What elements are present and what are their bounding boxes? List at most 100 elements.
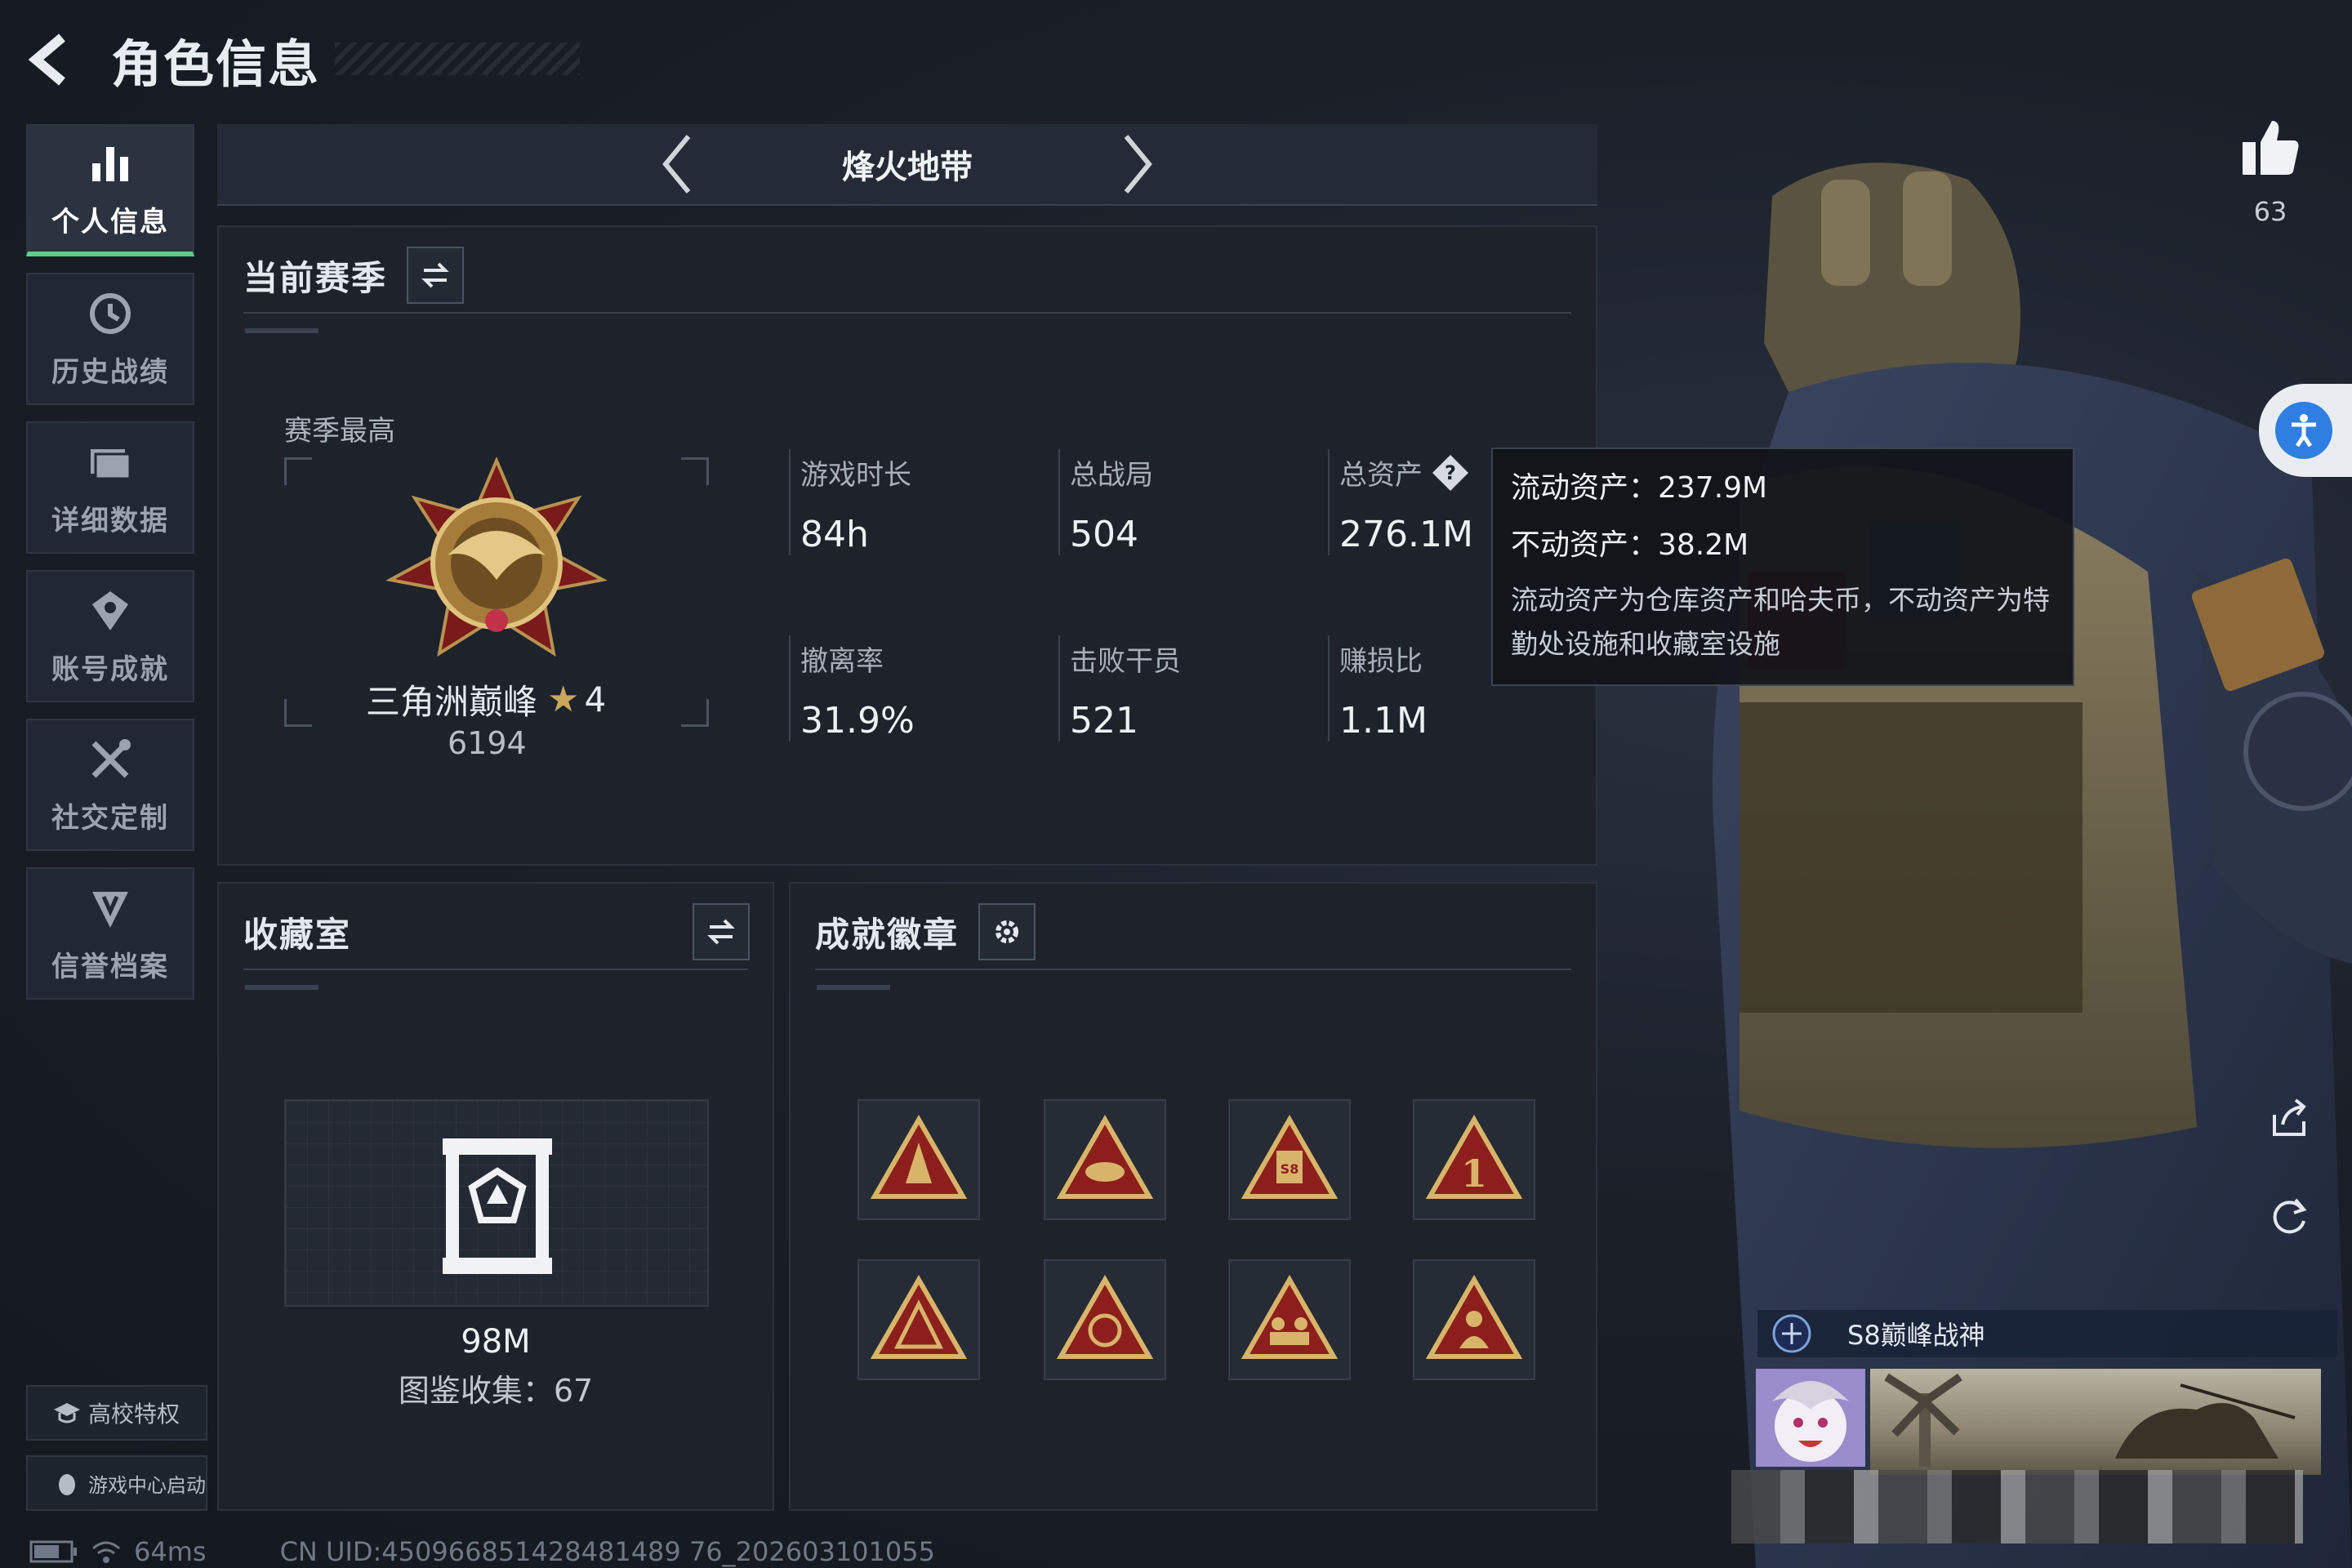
graduation-cap-icon bbox=[54, 1403, 80, 1423]
sidebar-item-profile[interactable]: 个人信息 bbox=[26, 124, 194, 256]
collection-count: 图鉴收集：67 bbox=[398, 1373, 594, 1409]
badge-pyramid-icon bbox=[870, 1275, 968, 1359]
accessibility-icon bbox=[2292, 414, 2316, 448]
title-emblem-icon bbox=[1772, 1314, 1811, 1353]
badge-triangle-icon bbox=[1056, 1115, 1154, 1199]
svg-text:?: ? bbox=[1445, 461, 1456, 484]
shield-icon bbox=[92, 891, 128, 928]
badges-header: 成就徽章 bbox=[815, 903, 1036, 960]
season-best-label: 赛季最高 bbox=[284, 415, 395, 448]
sidebar-item-label: 历史战绩 bbox=[51, 355, 169, 389]
share-button[interactable] bbox=[2259, 1089, 2319, 1150]
sidebar-item-social[interactable]: 社交定制 bbox=[26, 719, 194, 851]
collection-header: 收藏室 bbox=[243, 903, 750, 960]
rank-title: 三角洲巅峰 bbox=[366, 682, 538, 722]
season-title: 当前赛季 bbox=[243, 257, 388, 298]
badge-8[interactable] bbox=[1413, 1259, 1535, 1380]
player-title-card[interactable]: S8巅峰战神 bbox=[1757, 1310, 2337, 1357]
tools-icon bbox=[91, 738, 131, 777]
badge-3[interactable]: S8 bbox=[1228, 1099, 1351, 1220]
collection-title: 收藏室 bbox=[243, 914, 352, 955]
rotate-button[interactable] bbox=[2259, 1186, 2319, 1246]
sidebar-item-credit[interactable]: 信誉档案 bbox=[26, 867, 194, 1000]
prev-mode-arrow-icon[interactable] bbox=[654, 131, 703, 197]
title-decoration bbox=[335, 42, 580, 75]
profile-banner bbox=[1870, 1369, 2321, 1475]
penguin-icon bbox=[59, 1474, 75, 1495]
badge-triangle-icon bbox=[870, 1115, 968, 1199]
badge-2[interactable] bbox=[1044, 1099, 1166, 1220]
badges-settings-button[interactable] bbox=[978, 903, 1036, 960]
divider-tick bbox=[245, 328, 318, 333]
battery-icon bbox=[29, 1540, 77, 1563]
sidebar-item-achievements[interactable]: 账号成就 bbox=[26, 570, 194, 702]
tooltip-note: 流动资产为仓库资产和哈夫币，不动资产为特勤处设施和收藏室设施 bbox=[1511, 584, 2050, 660]
wifi-icon bbox=[92, 1541, 120, 1563]
player-title: S8巅峰战神 bbox=[1847, 1320, 1985, 1351]
tooltip-liquid-assets: 流动资产：237.9M bbox=[1511, 471, 1768, 505]
thumbs-up-icon bbox=[2243, 121, 2299, 175]
game-center-label: 游戏中心启动 bbox=[88, 1473, 206, 1497]
badges-panel: 成就徽章 S8 1 bbox=[789, 882, 1597, 1511]
collection-display[interactable] bbox=[284, 1099, 709, 1307]
badge-7[interactable] bbox=[1228, 1259, 1351, 1380]
badge-5[interactable] bbox=[858, 1259, 980, 1380]
next-mode-arrow-icon[interactable] bbox=[1111, 131, 1160, 197]
rank-stars: 4 bbox=[584, 679, 607, 719]
badge-6[interactable] bbox=[1044, 1259, 1166, 1380]
campus-privilege-button[interactable]: 高校特权 bbox=[26, 1385, 207, 1441]
uid-text: CN UID:450966851428481489 76_20260310105… bbox=[279, 1536, 935, 1567]
rank-medal-icon bbox=[385, 457, 608, 657]
collection-value: 98M bbox=[461, 1323, 531, 1361]
sidebar: 个人信息 历史战绩 详细数据 账号成就 社交定制 信誉档案 bbox=[26, 124, 196, 1016]
share-icon bbox=[2273, 1098, 2306, 1136]
stat-total-assets: 总资产 ? 276.1M bbox=[1339, 452, 1473, 555]
bar-chart-icon bbox=[92, 146, 128, 181]
season-header: 当前赛季 bbox=[243, 247, 465, 304]
sidebar-item-label: 账号成就 bbox=[51, 653, 169, 686]
tooltip-fixed-assets: 不动资产：38.2M bbox=[1511, 528, 1749, 562]
question-icon[interactable]: ? bbox=[1431, 453, 1470, 492]
stat-play-time: 游戏时长 84h bbox=[800, 459, 911, 555]
page-title: 角色信息 bbox=[111, 34, 321, 94]
badge-1[interactable] bbox=[858, 1099, 980, 1220]
stat-operators-defeated: 击败干员 521 bbox=[1070, 645, 1181, 742]
accessibility-button[interactable] bbox=[2259, 384, 2352, 477]
gear-icon bbox=[996, 920, 1019, 943]
blurred-region bbox=[1731, 1470, 2303, 1544]
stat-extraction-rate: 撤离率 31.9% bbox=[800, 645, 915, 742]
sidebar-item-label: 社交定制 bbox=[51, 801, 169, 835]
svg-text:S8: S8 bbox=[1281, 1161, 1299, 1177]
sidebar-item-label: 信誉档案 bbox=[51, 950, 169, 983]
rank-score: 6194 bbox=[448, 725, 527, 761]
collection-switch-button[interactable] bbox=[693, 903, 750, 960]
sidebar-item-label: 详细数据 bbox=[51, 504, 169, 537]
season-panel: 当前赛季 赛季最高 三角洲巅峰 ★ 4 6194 游戏时长 84h 总战局 50… bbox=[217, 225, 1597, 866]
folder-icon bbox=[91, 448, 131, 479]
history-icon bbox=[90, 292, 131, 334]
rotate-icon bbox=[2273, 1198, 2307, 1234]
sidebar-item-history[interactable]: 历史战绩 bbox=[26, 273, 194, 405]
like-count: 63 bbox=[2253, 196, 2287, 227]
badges-title: 成就徽章 bbox=[815, 914, 960, 955]
achievement-icon bbox=[92, 590, 128, 630]
status-bar: 64ms CN UID:450966851428481489 76_202603… bbox=[29, 1535, 935, 1568]
stat-profit-ratio: 赚损比 1.1M bbox=[1339, 645, 1428, 742]
sidebar-item-label: 个人信息 bbox=[51, 205, 169, 238]
like-button[interactable]: 63 bbox=[2238, 114, 2303, 227]
swap-icon bbox=[421, 262, 449, 288]
rank-name: 三角洲巅峰 ★ 4 bbox=[366, 675, 606, 724]
badge-number-one-icon: 1 bbox=[1425, 1115, 1523, 1199]
avatar[interactable] bbox=[1756, 1369, 1865, 1467]
sidebar-item-detail-data[interactable]: 详细数据 bbox=[26, 421, 194, 554]
badge-figure-icon bbox=[1425, 1275, 1523, 1359]
badge-team-icon bbox=[1241, 1275, 1339, 1359]
collection-panel: 收藏室 98M 图鉴收集：67 bbox=[217, 882, 774, 1511]
header: 角色信息 bbox=[24, 23, 580, 96]
game-center-button[interactable]: 游戏中心启动 bbox=[26, 1455, 207, 1511]
badge-4[interactable]: 1 bbox=[1413, 1099, 1535, 1220]
stat-total-matches: 总战局 504 bbox=[1070, 459, 1153, 555]
divider bbox=[243, 312, 1571, 314]
season-switch-button[interactable] bbox=[407, 247, 465, 304]
back-arrow-icon[interactable] bbox=[24, 31, 82, 88]
